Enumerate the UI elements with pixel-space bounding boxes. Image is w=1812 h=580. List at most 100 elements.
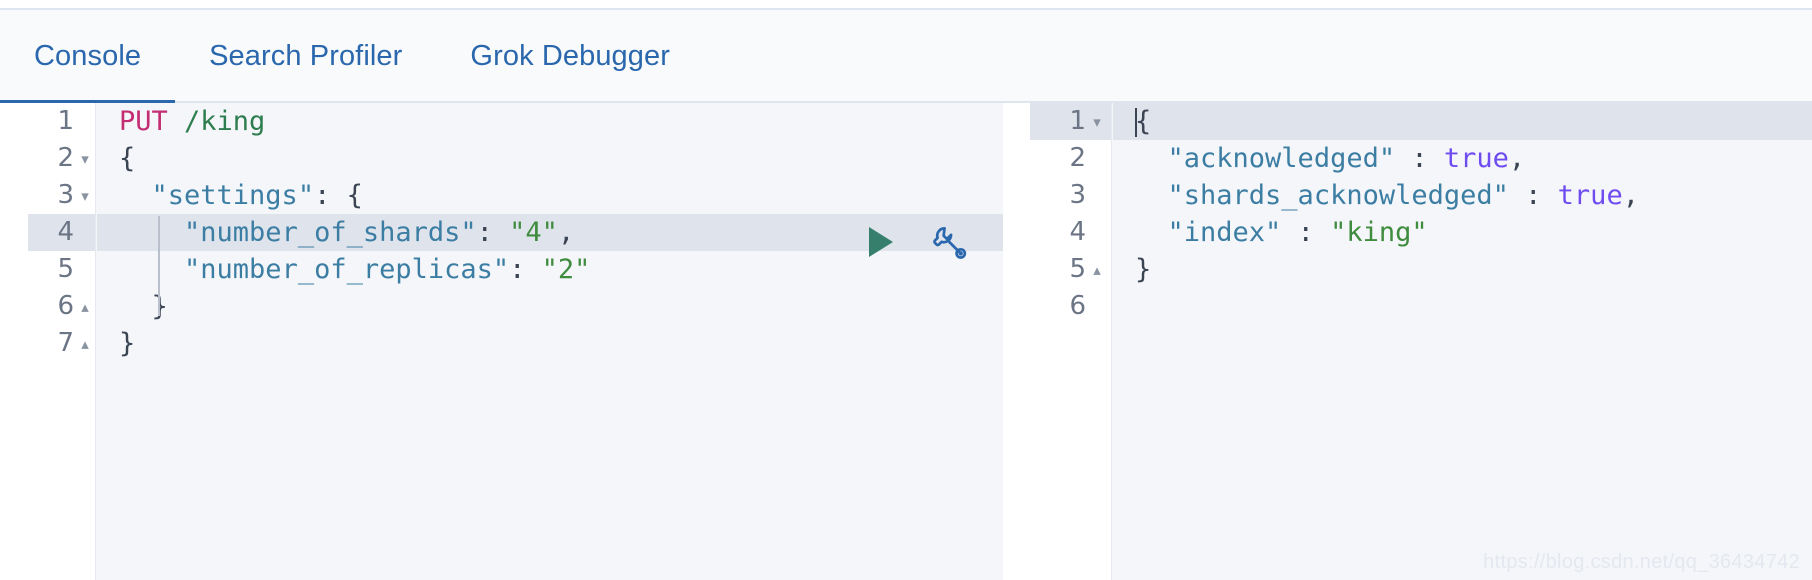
token-punc: , xyxy=(1508,143,1526,174)
token-boolean: true xyxy=(1557,180,1623,211)
code-line[interactable]: } xyxy=(97,288,1003,325)
line-number-row: 4 xyxy=(28,214,95,251)
fold-collapse-icon[interactable]: ▾ xyxy=(1088,103,1106,142)
token-punc: : xyxy=(1395,143,1444,174)
token-punc: } xyxy=(1135,254,1152,285)
token-punc: , xyxy=(557,217,575,248)
code-line-text: "acknowledged" : true, xyxy=(1113,140,1812,177)
token-punc: { xyxy=(119,143,136,174)
code-line-text: } xyxy=(97,288,1003,325)
tab-label: Grok Debugger xyxy=(470,40,670,72)
response-pane[interactable]: 1 ▾ 2 3 4 5 ▴ 6 { "acknowledged" : true, "shard… xyxy=(1030,103,1812,580)
code-line[interactable]: "settings": { xyxy=(97,177,1003,214)
line-number-row: 4 xyxy=(1030,214,1111,251)
token-key: "settings" xyxy=(151,180,315,211)
token-method: PUT xyxy=(119,106,185,137)
line-number-row: 2 xyxy=(1030,140,1111,177)
code-line-text: { xyxy=(97,140,1003,177)
token-punc: : xyxy=(1281,217,1331,248)
token-punc: } xyxy=(119,291,168,322)
code-line[interactable]: { xyxy=(1113,103,1812,140)
play-icon[interactable] xyxy=(860,221,902,263)
indent-guide xyxy=(158,216,160,316)
code-line[interactable]: { xyxy=(97,140,1003,177)
token-punc xyxy=(1135,180,1168,211)
line-number-row: 6 xyxy=(1030,288,1111,325)
line-number: 5 xyxy=(57,254,74,284)
token-punc: : xyxy=(1508,180,1558,211)
request-actions xyxy=(860,221,970,263)
code-line-text: } xyxy=(1113,251,1812,288)
token-punc: : xyxy=(509,254,542,285)
request-pane[interactable]: 1 2 ▾ 3 ▾ 4 5 6 ▴ 7 ▴ PUT /king{ "settings": { "nu… xyxy=(28,103,1003,580)
request-line-number-gutter[interactable]: 1 2 ▾ 3 ▾ 4 5 6 ▴ 7 ▴ xyxy=(28,103,96,580)
fold-expand-icon[interactable]: ▴ xyxy=(76,325,94,364)
line-number: 3 xyxy=(1069,180,1086,210)
fold-expand-icon[interactable]: ▴ xyxy=(76,288,94,327)
text-caret xyxy=(1135,108,1137,137)
code-line-text: "settings": { xyxy=(97,177,1003,214)
code-line-text: { xyxy=(1113,103,1812,140)
play-triangle xyxy=(869,227,893,257)
line-number: 1 xyxy=(57,106,74,136)
console-editor-area: 1 2 ▾ 3 ▾ 4 5 6 ▴ 7 ▴ PUT /king{ "settings": { "nu… xyxy=(0,103,1812,580)
line-number-row: 1 xyxy=(28,103,95,140)
line-number-row: 6 ▴ xyxy=(28,288,95,325)
token-string: "4" xyxy=(509,217,558,248)
response-code[interactable]: { "acknowledged" : true, "shards_acknowl… xyxy=(1113,103,1812,580)
code-line[interactable]: "index" : "king" xyxy=(1113,214,1812,251)
line-number: 5 xyxy=(1069,254,1086,284)
code-line[interactable]: } xyxy=(1113,251,1812,288)
tab-grok-debugger[interactable]: Grok Debugger xyxy=(436,10,704,103)
line-number: 4 xyxy=(1069,217,1086,247)
line-number: 2 xyxy=(1069,143,1086,173)
line-number-row: 2 ▾ xyxy=(28,140,95,177)
token-punc xyxy=(119,217,184,248)
token-string: "king" xyxy=(1330,217,1428,248)
token-url: /king xyxy=(184,106,266,137)
wrench-icon[interactable] xyxy=(928,221,970,263)
token-punc: } xyxy=(119,328,136,359)
code-line-text: "index" : "king" xyxy=(1113,214,1812,251)
line-number: 4 xyxy=(57,217,74,247)
token-key: "number_of_shards" xyxy=(184,217,477,248)
token-punc: : xyxy=(476,217,510,248)
code-line[interactable]: "shards_acknowledged" : true, xyxy=(1113,177,1812,214)
tab-bar: Console Search Profiler Grok Debugger xyxy=(0,8,1812,105)
fold-expand-icon[interactable]: ▴ xyxy=(1088,251,1106,290)
kibana-dev-tools-console: Console Search Profiler Grok Debugger 1 2 ▾ 3… xyxy=(0,0,1812,580)
line-number-row: 7 ▴ xyxy=(28,325,95,362)
fold-collapse-icon[interactable]: ▾ xyxy=(76,140,94,179)
token-key: "number_of_replicas" xyxy=(184,254,510,285)
tab-label: Console xyxy=(34,40,142,72)
tab-console[interactable]: Console xyxy=(0,10,176,105)
code-line[interactable]: "acknowledged" : true, xyxy=(1113,140,1812,177)
line-number-row: 3 ▾ xyxy=(28,177,95,214)
token-punc xyxy=(119,254,184,285)
token-punc xyxy=(119,180,152,211)
code-line[interactable] xyxy=(1113,288,1812,325)
request-code[interactable]: PUT /king{ "settings": { "number_of_shar… xyxy=(97,103,1003,580)
line-number: 6 xyxy=(57,291,74,321)
code-line-text: PUT /king xyxy=(97,103,1003,140)
token-key: "acknowledged" xyxy=(1167,143,1396,174)
tab-label: Search Profiler xyxy=(209,40,403,72)
code-line[interactable]: PUT /king xyxy=(97,103,1003,140)
tab-search-profiler[interactable]: Search Profiler xyxy=(175,10,436,103)
line-number-row: 1 ▾ xyxy=(1030,103,1111,140)
token-punc xyxy=(1135,217,1168,248)
code-line[interactable]: } xyxy=(97,325,1003,362)
token-punc: { xyxy=(1135,106,1152,137)
token-punc xyxy=(1135,143,1168,174)
fold-collapse-icon[interactable]: ▾ xyxy=(76,177,94,216)
token-punc: , xyxy=(1622,180,1639,211)
code-line-text: } xyxy=(97,325,1003,362)
code-line-text: "shards_acknowledged" : true, xyxy=(1113,177,1812,214)
watermark: https://blog.csdn.net/qq_36434742 xyxy=(1483,551,1800,573)
line-number: 2 xyxy=(57,143,74,173)
token-string: "2" xyxy=(541,254,591,285)
tab-list: Console Search Profiler Grok Debugger xyxy=(0,10,704,105)
response-line-number-gutter[interactable]: 1 ▾ 2 3 4 5 ▴ 6 xyxy=(1030,103,1112,580)
token-key: "index" xyxy=(1167,217,1282,248)
token-punc: : { xyxy=(314,180,363,211)
